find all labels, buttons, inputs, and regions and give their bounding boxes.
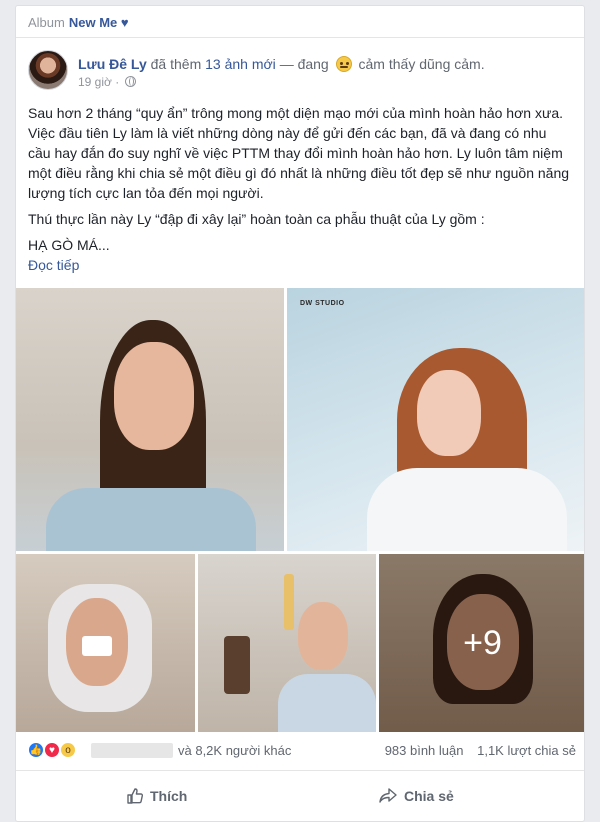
reactor-name-redacted [91,743,173,758]
post-paragraph-2: Thú thực lần này Ly “đập đi xây lại” hoà… [28,211,485,227]
album-label: Album [28,15,65,30]
avatar[interactable] [28,50,68,90]
post-paragraph-1: Sau hơn 2 tháng “quy ẩn” trông mong một … [28,105,570,201]
engagement-counts: 983 bình luận 1,1K lượt chia sẻ [385,743,576,758]
timestamp-link[interactable]: 19 giờ [78,75,112,89]
separator-text: — đang [279,56,329,72]
author-name-link[interactable]: Lưu Đê Ly [78,56,147,72]
read-more-link[interactable]: Đọc tiếp [28,255,572,275]
reactions-row: 👍 ♥ o và 8,2K người khác 983 bình luận 1… [16,739,584,765]
post-card: Album New Me ♥ Lưu Đê Ly đã thêm 13 ảnh m… [15,5,585,822]
post-actions: Thích Chia sẻ [16,770,584,821]
shares-count-link[interactable]: 1,1K lượt chia sẻ [477,743,576,758]
post-body: Sau hơn 2 tháng “quy ẩn” trông mong một … [16,94,584,275]
album-name-link[interactable]: New Me ♥ [69,15,129,30]
post-header-text: Lưu Đê Ly đã thêm 13 ảnh mới — đang cảm … [78,55,485,73]
photo-1[interactable] [16,288,284,551]
comments-count-link[interactable]: 983 bình luận [385,743,464,758]
feeling-text: cảm thấy dũng cảm. [358,56,485,72]
reactions-others-link[interactable]: và 8,2K người khác [178,743,291,758]
photo-4[interactable] [198,554,376,732]
album-bar: Album New Me ♥ [16,6,584,38]
share-button[interactable]: Chia sẻ [378,785,454,807]
photo-grid: DW STUDIO +9 [16,288,584,732]
meta-dot: · [115,75,120,89]
more-photos-overlay[interactable]: +9 [379,554,584,732]
thumbs-up-icon [127,788,144,804]
share-arrow-icon [379,788,397,803]
globe-icon[interactable] [124,76,136,87]
studio-watermark: DW STUDIO [300,300,345,307]
post-header: Lưu Đê Ly đã thêm 13 ảnh mới — đang cảm … [16,38,584,94]
photo-2[interactable]: DW STUDIO [287,288,584,551]
like-button[interactable]: Thích [126,785,187,807]
share-button-label: Chia sẻ [404,788,454,804]
like-button-label: Thích [150,788,188,804]
photo-5[interactable]: +9 [379,554,584,732]
photo-count-link[interactable]: 13 ảnh mới [205,56,276,72]
photo-3[interactable] [16,554,195,732]
action-text: đã thêm [150,56,202,72]
grimace-emoji-icon [335,56,352,72]
post-paragraph-3: HẠ GÒ MÁ... [28,237,110,253]
wow-reaction-icon[interactable]: o [59,741,77,759]
post-meta: 19 giờ · [78,75,136,89]
